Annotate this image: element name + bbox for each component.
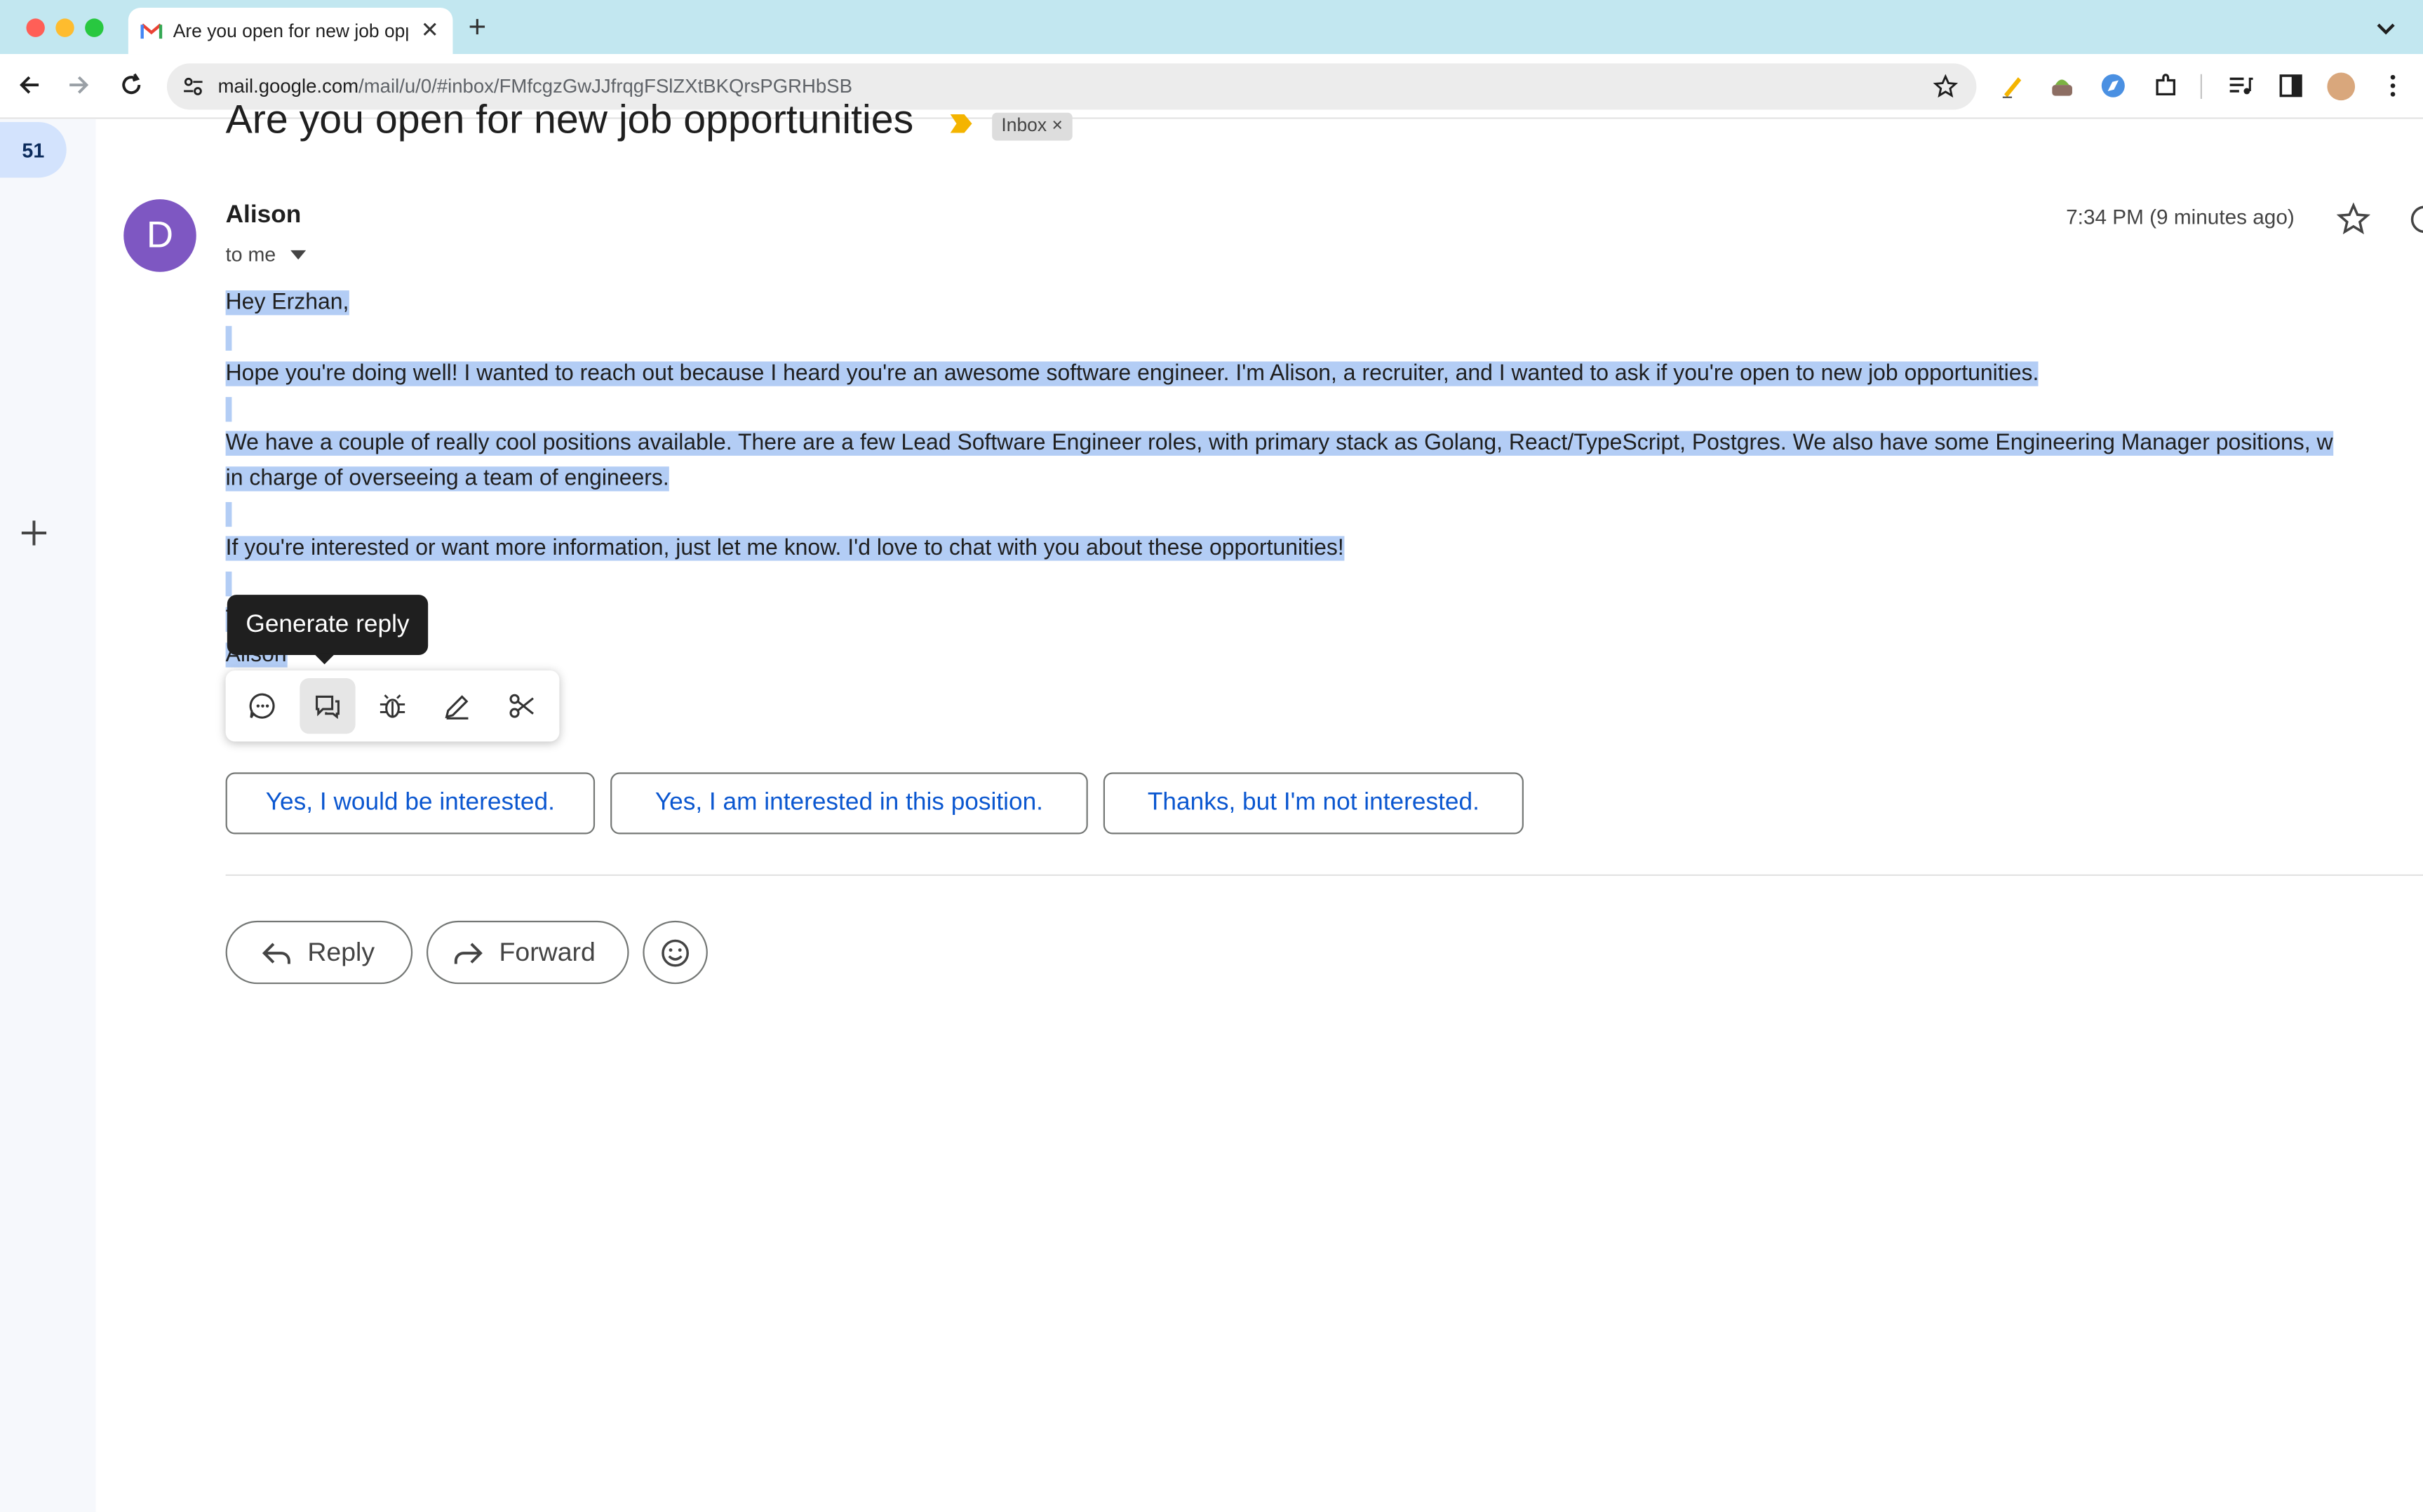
extensions-puzzle-icon[interactable] [2153,73,2179,99]
bug-icon [380,694,405,718]
reply-button[interactable]: Reply [225,920,413,985]
body-paragraph-2-cont: in charge of overseeing a team of engine… [225,466,669,492]
star-icon[interactable] [2336,202,2371,236]
email-timestamp: 7:34 PM (9 minutes ago) [2066,205,2295,229]
browser-menu-icon[interactable] [2380,73,2405,99]
generate-reply-button[interactable] [300,678,356,734]
sender-avatar[interactable]: D [123,199,196,272]
close-window-button[interactable] [26,18,45,37]
summarize-button[interactable] [235,678,290,734]
url-text: mail.google.com/mail/u/0/#inbox/FMfcgzGw… [217,75,852,97]
forward-button[interactable]: Forward [426,920,629,985]
bookmark-star-icon[interactable] [1933,74,1958,99]
zoom-window-button[interactable] [85,18,104,37]
gmail-icon [140,22,163,38]
back-icon[interactable] [15,71,43,99]
forward-arrow-icon [454,942,483,964]
smiley-icon [662,938,690,966]
compass-extension-icon[interactable] [2100,73,2126,99]
inbox-count-badge[interactable]: 51 [0,122,67,178]
media-controls-icon[interactable] [2227,73,2253,99]
details-dropdown-icon[interactable] [290,249,307,262]
shorten-button[interactable] [495,678,550,734]
debug-button[interactable] [365,678,420,734]
minimize-window-button[interactable] [55,18,74,37]
inbox-label-chip[interactable]: Inbox × [992,112,1073,141]
reply-bubble-icon [316,695,340,720]
body-blank-line [225,497,232,531]
highlighter-extension-icon[interactable] [1999,73,2025,99]
pot-extension-icon[interactable] [2049,73,2075,99]
left-rail: 51 [0,119,96,1512]
browser-tab[interactable]: Are you open for new job opp ✕ [128,8,453,55]
smart-reply-2[interactable]: Yes, I am interested in this position. [610,772,1088,835]
recipient-text: to me [225,242,276,266]
body-paragraph-2: We have a couple of really cool position… [225,431,2333,456]
tab-search-icon[interactable] [2370,13,2401,43]
new-tab-button[interactable]: + [468,11,486,46]
edit-button[interactable] [429,678,485,734]
body-paragraph-1: Hope you're doing well! I wanted to reac… [225,361,2039,386]
site-settings-icon[interactable] [182,76,204,97]
reply-arrow-icon [262,942,290,964]
sender-name[interactable]: Alison [226,203,302,231]
tab-title: Are you open for new job opp [173,20,408,42]
close-tab-icon[interactable]: ✕ [421,17,439,43]
side-panel-icon[interactable] [2278,73,2304,99]
reload-icon[interactable] [117,71,145,99]
remove-label-icon[interactable]: × [1052,114,1062,136]
email-subject: Are you open for new job opportunities [225,95,914,142]
body-paragraph-3: If you're interested or want more inform… [225,536,1344,561]
forward-icon[interactable] [65,71,93,99]
generate-reply-tooltip: Generate reply [227,595,429,655]
profile-avatar[interactable] [2327,72,2356,101]
smart-reply-3[interactable]: Thanks, but I'm not interested. [1103,772,1524,835]
body-blank-line [225,393,232,426]
tooltip-tail [314,653,336,665]
body-greeting: Hey Erzhan, [225,290,349,316]
browser-window: Are you open for new job opp ✕ + mail.go… [0,0,2423,1512]
emoji-react-icon[interactable] [2408,203,2423,236]
smart-reply-1[interactable]: Yes, I would be interested. [225,772,596,835]
scissors-icon [509,694,534,718]
important-marker-icon[interactable] [949,113,974,135]
emoji-reaction-button[interactable] [643,920,708,985]
pencil-icon [445,695,469,720]
add-icon[interactable] [18,518,49,548]
toolbar-divider [2200,74,2202,99]
body-blank-line [225,321,232,355]
selection-toolbar [225,670,560,742]
tab-strip: Are you open for new job opp ✕ + [0,0,2423,55]
chat-bubble-icon [249,693,275,719]
divider [225,874,2423,876]
